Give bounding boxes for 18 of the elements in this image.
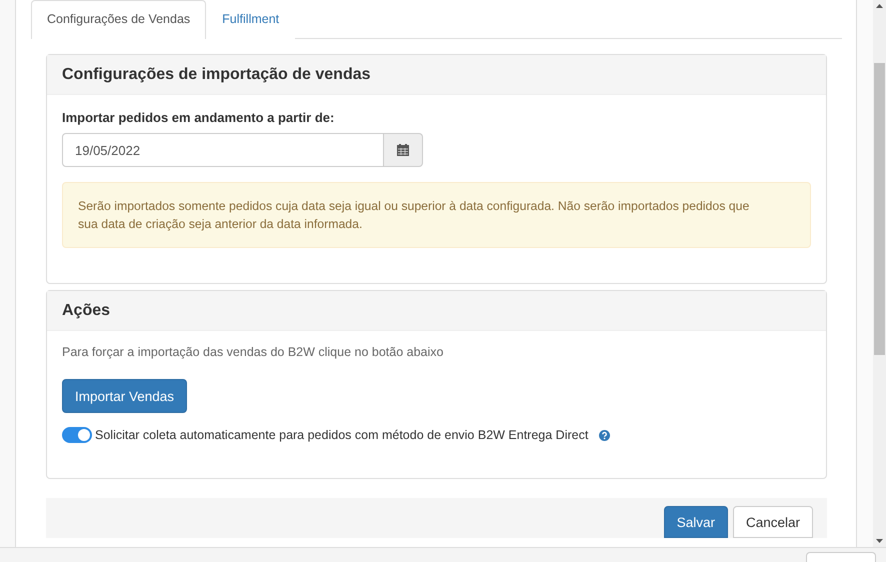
panel-title: Ações: [62, 302, 110, 320]
import-sales-button[interactable]: Importar Vendas: [62, 379, 188, 413]
toggle-switch[interactable]: [62, 427, 92, 443]
scroll-up-icon[interactable]: [876, 4, 883, 8]
cancel-button[interactable]: Cancelar: [732, 506, 813, 538]
help-icon[interactable]: [599, 430, 610, 440]
tab[interactable]: Configurações de Vendas: [31, 0, 206, 39]
save-button[interactable]: Salvar: [664, 506, 728, 538]
calendar-button[interactable]: [384, 133, 423, 167]
calendar-icon: [397, 144, 409, 156]
scrollbar[interactable]: [873, 0, 886, 547]
panel-title: Configurações de importação de vendas: [62, 66, 371, 84]
warning-message: Serão importados somente pedidos cuja data seja igual ou superior à data configurada. Não serão importados pedidos que sua data de criação seja anterior da data informada.: [62, 182, 811, 248]
date-field[interactable]: 19/05/2022: [62, 133, 384, 167]
import-hint: Para forçar a importação das vendas do B2W clique no botão abaixo: [62, 345, 444, 359]
scroll-down-icon[interactable]: [876, 539, 883, 543]
toggle-label: Solicitar coleta automaticamente para pedidos com método de envio B2W Entrega Direct: [95, 428, 588, 442]
date-label: Importar pedidos em andamento a partir de:: [62, 110, 334, 125]
